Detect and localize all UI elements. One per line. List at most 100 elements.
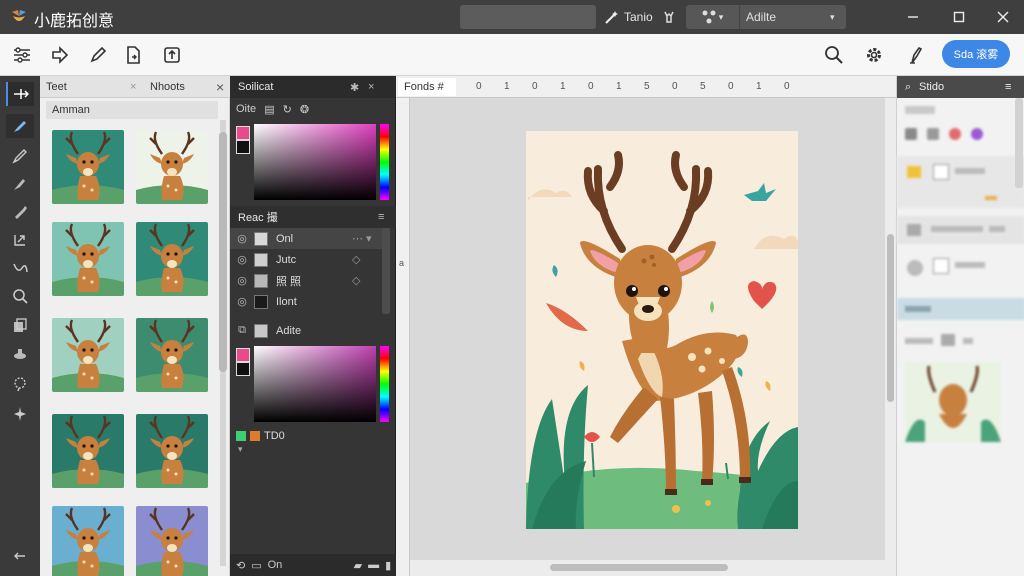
layer-options-icon[interactable]: ⋯ ▾ xyxy=(352,232,372,245)
search-button[interactable] xyxy=(822,43,846,67)
color-saturation-box[interactable] xyxy=(254,124,376,200)
close-icon[interactable]: × xyxy=(130,81,144,93)
layer-row[interactable]: ◎ Onl ⋯ ▾ xyxy=(230,228,390,249)
color-mode-label[interactable]: Oite xyxy=(236,103,256,115)
menu-icon[interactable]: ≡ xyxy=(1005,81,1011,93)
lasso-icon[interactable]: ⟲ xyxy=(236,559,245,572)
layers-scrollbar[interactable] xyxy=(382,228,390,314)
curve-tool[interactable] xyxy=(6,256,34,280)
tool-icons-row[interactable] xyxy=(905,128,1005,142)
checkbox[interactable] xyxy=(933,164,949,180)
pencil-tool[interactable] xyxy=(6,144,34,168)
copy-icon[interactable] xyxy=(941,334,955,346)
zoom-tool[interactable] xyxy=(6,284,34,308)
tab-nhoots[interactable]: Nhoots xyxy=(144,81,216,93)
search-icon[interactable]: ⌕ xyxy=(897,81,919,94)
layers-tool[interactable] xyxy=(6,314,34,338)
close-button[interactable] xyxy=(992,6,1014,28)
hue-slider[interactable] xyxy=(380,124,389,200)
canvas-hscroll-thumb[interactable] xyxy=(550,564,728,571)
document-tab[interactable]: Fonds # xyxy=(398,78,456,96)
canvas-hscroll[interactable] xyxy=(410,560,896,576)
pen-tool[interactable] xyxy=(6,172,34,196)
mode-selector[interactable]: ▾ Adilte ▾ xyxy=(686,5,846,29)
layer-block-1[interactable] xyxy=(897,156,1024,208)
layer-block-2[interactable] xyxy=(897,216,1024,244)
asset-scroll-thumb[interactable] xyxy=(219,132,227,372)
canvas-vscroll-thumb[interactable] xyxy=(887,234,894,402)
tool-switch[interactable]: Tanio xyxy=(604,6,653,28)
minimize-button[interactable] xyxy=(902,6,924,28)
checkbox[interactable] xyxy=(933,258,949,274)
layer-row[interactable]: ◎ 照 照 ◇ xyxy=(230,270,390,291)
lock-icon[interactable]: ◇ xyxy=(352,274,360,287)
transform-tool[interactable] xyxy=(6,228,34,252)
asset-thumbnail[interactable] xyxy=(136,222,208,296)
right-panel-scroll-thumb[interactable] xyxy=(1015,98,1023,188)
menu-icon[interactable]: ≡ xyxy=(378,211,384,223)
maximize-button[interactable] xyxy=(948,6,970,28)
orange-swatch[interactable] xyxy=(250,431,260,441)
frame-icon[interactable]: ▭ xyxy=(251,559,261,572)
selected-section[interactable] xyxy=(897,298,1024,320)
grid-icon[interactable]: ▤ xyxy=(264,103,274,116)
deer-icon[interactable] xyxy=(662,10,676,24)
artboard[interactable] xyxy=(526,131,798,529)
sliders-button[interactable] xyxy=(10,43,34,67)
export-button[interactable] xyxy=(160,43,184,67)
image-icon[interactable]: ▰ xyxy=(354,559,362,572)
effects-tool[interactable] xyxy=(6,402,34,426)
eye-icon[interactable]: ◎ xyxy=(230,253,254,266)
layer-row[interactable]: ⧉ Adite xyxy=(230,320,390,341)
forward-button[interactable] xyxy=(48,43,72,67)
preview-thumbnail[interactable] xyxy=(905,362,1001,442)
folder-icon[interactable]: ▬ xyxy=(368,559,379,571)
bg-swatch[interactable] xyxy=(236,140,250,154)
eye-icon[interactable]: ◎ xyxy=(230,274,254,287)
pen-icon[interactable] xyxy=(927,128,939,140)
trash-icon[interactable]: ▮ xyxy=(385,559,391,572)
palette-icon[interactable] xyxy=(949,128,961,140)
palette-icon[interactable]: ❂ xyxy=(300,103,309,116)
layer-block-3[interactable] xyxy=(897,252,1024,288)
move-tool[interactable] xyxy=(6,82,34,106)
asset-thumbnail[interactable] xyxy=(52,130,124,204)
green-swatch[interactable] xyxy=(236,431,246,441)
asset-thumbnail[interactable] xyxy=(52,318,124,392)
pin-icon[interactable]: ✱ xyxy=(350,81,368,94)
settings-button[interactable] xyxy=(862,43,886,67)
eye-icon[interactable]: ◎ xyxy=(230,232,254,245)
asset-thumbnail[interactable] xyxy=(52,506,124,576)
brush-button[interactable] xyxy=(86,43,110,67)
lock-icon[interactable]: ◇ xyxy=(352,253,360,266)
color-saturation-box-2[interactable] xyxy=(254,346,376,422)
document-button[interactable] xyxy=(122,43,146,67)
close-icon[interactable]: × xyxy=(216,79,224,95)
canvas-vscroll[interactable] xyxy=(885,98,896,560)
eye-icon[interactable]: ◎ xyxy=(230,295,254,308)
chevron-down-icon[interactable]: ▾ xyxy=(238,444,243,455)
sparkle-icon[interactable] xyxy=(971,128,983,140)
section-row[interactable] xyxy=(905,334,1015,348)
bg-swatch-2[interactable] xyxy=(236,362,250,376)
brush-icon[interactable] xyxy=(905,128,917,140)
hue-slider-2[interactable] xyxy=(380,346,389,422)
fg-swatch-2[interactable] xyxy=(236,348,250,362)
group-icon[interactable]: ⧉ xyxy=(230,324,254,337)
fg-bg-swatch[interactable] xyxy=(236,126,250,140)
layer-row[interactable]: ◎ Jutc ◇ xyxy=(230,249,390,270)
lasso-tool[interactable] xyxy=(6,372,34,396)
mode-icon-segment[interactable]: ▾ xyxy=(686,5,740,29)
collapse-tool[interactable] xyxy=(6,544,34,568)
close-icon[interactable]: × xyxy=(368,81,374,93)
asset-thumbnail[interactable] xyxy=(136,318,208,392)
asset-thumbnail[interactable] xyxy=(52,414,124,488)
pen-button[interactable] xyxy=(904,43,928,67)
refresh-icon[interactable]: ↻ xyxy=(283,103,292,116)
tab-teet[interactable]: Teet xyxy=(40,81,130,93)
marker-tool[interactable] xyxy=(6,200,34,224)
asset-thumbnail[interactable] xyxy=(52,222,124,296)
layer-row[interactable]: ◎ Ilont xyxy=(230,291,390,312)
stamp-tool[interactable] xyxy=(6,342,34,366)
brush-tool[interactable] xyxy=(6,114,34,138)
